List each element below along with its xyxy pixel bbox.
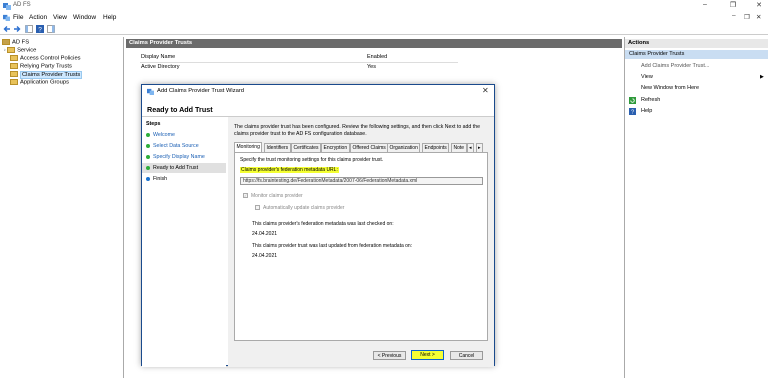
- folder-icon: [10, 71, 18, 77]
- tab-scroll-left-icon[interactable]: ◂: [467, 143, 474, 152]
- ready-description: The claims provider trust has been confi…: [234, 124, 480, 137]
- step-finish: Finish: [146, 176, 167, 182]
- row-enabled[interactable]: Yes: [367, 64, 376, 70]
- help-icon[interactable]: ?: [36, 25, 44, 33]
- mmc-icon: [3, 14, 10, 21]
- menu-view[interactable]: View: [53, 14, 67, 21]
- back-arrow-icon[interactable]: [3, 25, 11, 33]
- row-display-name[interactable]: Active Directory: [141, 64, 180, 70]
- actions-pane: Actions Claims Provider Trusts Add Claim…: [624, 37, 768, 378]
- show-hide-tree-icon[interactable]: [25, 25, 33, 33]
- monitoring-panel: Specify the trust monitoring settings fo…: [234, 152, 488, 341]
- tab-scroll-right-icon[interactable]: ▸: [476, 143, 483, 152]
- results-header: Claims Provider Trusts: [126, 39, 622, 48]
- metadata-url-field[interactable]: https://fs.braintesting.de/FederationMet…: [240, 177, 483, 185]
- monitoring-intro: Specify the trust monitoring settings fo…: [240, 157, 384, 163]
- child-minimize-icon[interactable]: –: [732, 12, 736, 19]
- folder-icon: [10, 55, 18, 61]
- action-help[interactable]: Help: [625, 106, 768, 117]
- wizard-dialog: Add Claims Provider Trust Wizard ✕ Ready…: [141, 84, 495, 367]
- action-view[interactable]: View: [625, 72, 768, 83]
- menu-bar: File Action View Window Help ✕ ❐ –: [0, 12, 768, 23]
- actions-subheader[interactable]: Claims Provider Trusts: [625, 50, 768, 59]
- steps-panel: Steps Welcome Select Data Source Specify…: [142, 117, 226, 367]
- tab-notes[interactable]: Note: [451, 143, 467, 152]
- forward-arrow-icon[interactable]: [13, 25, 21, 33]
- tree-item-application-groups[interactable]: Application Groups: [10, 79, 69, 87]
- tab-identifiers[interactable]: Identifiers: [264, 143, 291, 152]
- last-updated-label: This claims provider trust was last upda…: [252, 243, 413, 249]
- checkbox-checked-icon: ✓: [243, 193, 248, 199]
- dialog-close-icon[interactable]: ✕: [482, 86, 489, 95]
- tab-bar: Monitoring Identifiers Certificates Encr…: [234, 142, 488, 152]
- step-specify-display-name[interactable]: Specify Display Name: [146, 154, 205, 160]
- wizard-content: The claims provider trust has been confi…: [228, 117, 494, 367]
- folder-icon: [10, 79, 18, 85]
- dialog-heading: Ready to Add Trust: [147, 105, 213, 114]
- tab-monitoring[interactable]: Monitoring: [234, 142, 263, 152]
- tab-certificates[interactable]: Certificates: [291, 143, 322, 152]
- actions-header: Actions: [625, 39, 768, 48]
- folder-icon: [10, 63, 18, 69]
- step-current-icon: [146, 165, 150, 170]
- tab-organization[interactable]: Organization: [387, 143, 421, 152]
- step-complete-icon: [146, 132, 150, 137]
- metadata-url-label: Claims provider's federation metadata UR…: [240, 167, 339, 173]
- close-button[interactable]: ✕: [752, 1, 766, 9]
- auto-update-checkbox[interactable]: Automatically update claims provider: [255, 205, 344, 211]
- menu-help[interactable]: Help: [103, 14, 116, 21]
- tree-item-claims-provider-trusts[interactable]: Claims Provider Trusts: [10, 70, 83, 79]
- menu-action[interactable]: Action: [29, 14, 47, 21]
- tab-endpoints[interactable]: Endpoints: [422, 143, 450, 152]
- show-hide-action-pane-icon[interactable]: [47, 25, 55, 33]
- tab-offered-claims[interactable]: Offered Claims: [350, 143, 389, 152]
- next-button[interactable]: Next >: [411, 350, 444, 360]
- previous-button[interactable]: < Previous: [373, 351, 406, 360]
- step-complete-icon: [146, 143, 150, 148]
- column-header-enabled[interactable]: Enabled: [367, 54, 387, 60]
- monitor-claims-provider-checkbox[interactable]: ✓ Monitor claims provider: [243, 193, 303, 199]
- last-checked-value: 24.04.2021: [252, 231, 278, 237]
- step-ready-to-add-trust: Ready to Add Trust: [142, 163, 226, 173]
- maximize-button[interactable]: ❐: [726, 1, 740, 9]
- minimize-button[interactable]: –: [698, 1, 712, 8]
- tab-encryption[interactable]: Encryption: [321, 143, 350, 152]
- last-updated-value: 24.04.2021: [252, 253, 278, 259]
- menu-window[interactable]: Window: [73, 14, 96, 21]
- folder-icon: [2, 39, 10, 45]
- menu-file[interactable]: File: [13, 14, 23, 21]
- last-checked-label: This claims provider's federation metada…: [252, 221, 394, 227]
- dialog-title-bar: Add Claims Provider Trust Wizard ✕: [142, 85, 494, 98]
- title-bar: AD FS – ❐ ✕: [0, 0, 768, 12]
- tree-root[interactable]: AD FS: [2, 39, 29, 47]
- tree-item-relying-party-trusts[interactable]: Relying Party Trusts: [10, 63, 72, 71]
- child-close-icon[interactable]: ✕: [756, 13, 761, 21]
- tree-item-service[interactable]: › Service: [4, 47, 36, 55]
- window-title: AD FS: [13, 2, 31, 8]
- wizard-icon: [147, 88, 154, 95]
- tree-item-access-control-policies[interactable]: Access Control Policies: [10, 55, 81, 63]
- child-restore-icon[interactable]: ❐: [744, 13, 750, 21]
- checkbox-icon: [255, 205, 260, 211]
- toolbar: ?: [0, 23, 768, 35]
- console-tree: AD FS › Service Access Control Policies …: [0, 37, 124, 378]
- submenu-arrow-icon: ▶: [760, 74, 764, 80]
- step-select-data-source[interactable]: Select Data Source: [146, 143, 199, 149]
- dialog-title: Add Claims Provider Trust Wizard: [157, 88, 244, 94]
- column-header-display-name[interactable]: Display Name: [141, 54, 175, 60]
- steps-label: Steps: [146, 121, 161, 127]
- step-pending-icon: [146, 176, 150, 181]
- header-divider: [140, 62, 458, 63]
- cancel-button[interactable]: Cancel: [450, 351, 483, 360]
- svg-text:?: ?: [38, 27, 42, 34]
- adfs-app-icon: [3, 3, 11, 10]
- step-complete-icon: [146, 154, 150, 159]
- step-welcome[interactable]: Welcome: [146, 132, 175, 138]
- action-refresh[interactable]: Refresh: [625, 95, 768, 106]
- folder-icon: [7, 47, 16, 53]
- action-add-claims-provider-trust[interactable]: Add Claims Provider Trust...: [625, 61, 768, 72]
- action-new-window[interactable]: New Window from Here: [625, 83, 768, 94]
